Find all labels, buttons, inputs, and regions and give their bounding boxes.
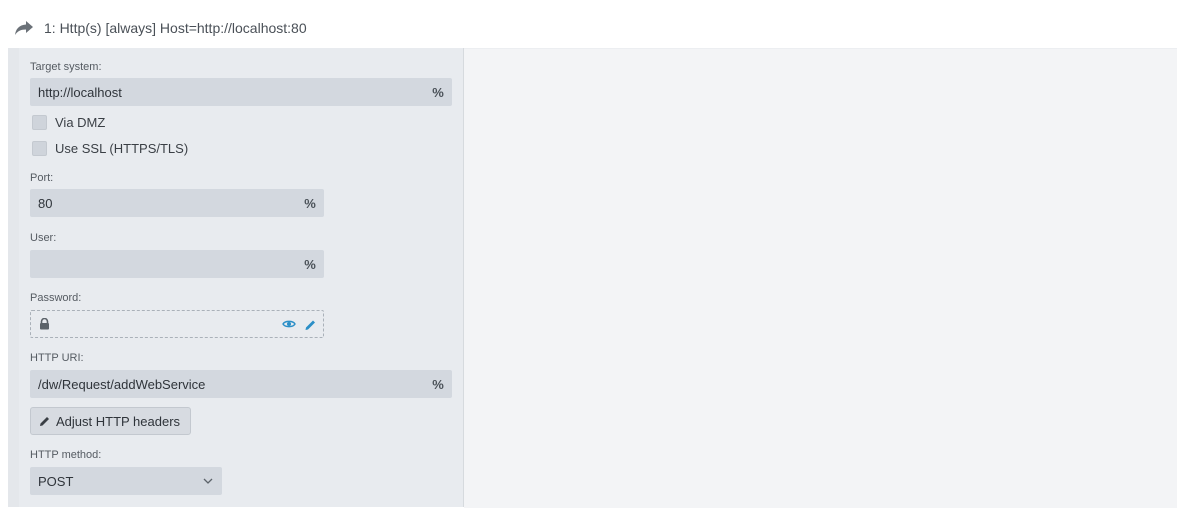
pencil-icon[interactable] [304,318,317,331]
content-area [464,48,1177,508]
panel-left-strip [8,48,19,507]
target-system-label: Target system: [30,61,102,73]
pencil-icon [39,415,51,427]
job-title: 1: Http(s) [always] Host=http://localhos… [44,20,307,36]
user-field[interactable]: % [30,250,324,278]
http-method-select[interactable]: POST [30,467,222,495]
user-label: User: [30,232,57,244]
uri-variable-button[interactable]: % [424,377,452,392]
target-system-value: http://localhost [38,84,122,100]
use-ssl-row[interactable]: Use SSL (HTTPS/TLS) [32,141,188,156]
http-method-value: POST [38,473,74,489]
share-arrow-icon [14,20,34,36]
use-ssl-checkbox[interactable] [32,141,47,156]
password-label: Password: [30,292,82,304]
adjust-http-headers-label: Adjust HTTP headers [56,413,181,429]
port-variable-button[interactable]: % [296,196,324,211]
settings-panel: Target system: http://localhost % Via DM… [19,48,464,507]
adjust-http-headers-button[interactable]: Adjust HTTP headers [30,407,192,435]
target-variable-button[interactable]: % [424,85,452,100]
port-label: Port: [30,172,54,184]
http-method-label: HTTP method: [30,449,102,461]
http-uri-field[interactable]: /dw/Request/addWebService % [30,370,452,398]
password-field[interactable] [30,310,324,338]
user-variable-button[interactable]: % [296,257,324,272]
http-uri-label: HTTP URI: [30,352,84,364]
port-value: 80 [38,195,53,211]
use-ssl-label: Use SSL (HTTPS/TLS) [55,141,189,156]
via-dmz-row[interactable]: Via DMZ [32,115,105,130]
via-dmz-checkbox[interactable] [32,115,47,130]
target-system-field[interactable]: http://localhost % [30,78,452,106]
job-header: 1: Http(s) [always] Host=http://localhos… [14,16,307,40]
via-dmz-label: Via DMZ [55,115,106,130]
eye-icon[interactable] [282,319,296,329]
port-field[interactable]: 80 % [30,189,324,217]
http-uri-value: /dw/Request/addWebService [38,376,206,392]
chevron-down-icon [194,478,222,484]
lock-icon [39,318,50,330]
